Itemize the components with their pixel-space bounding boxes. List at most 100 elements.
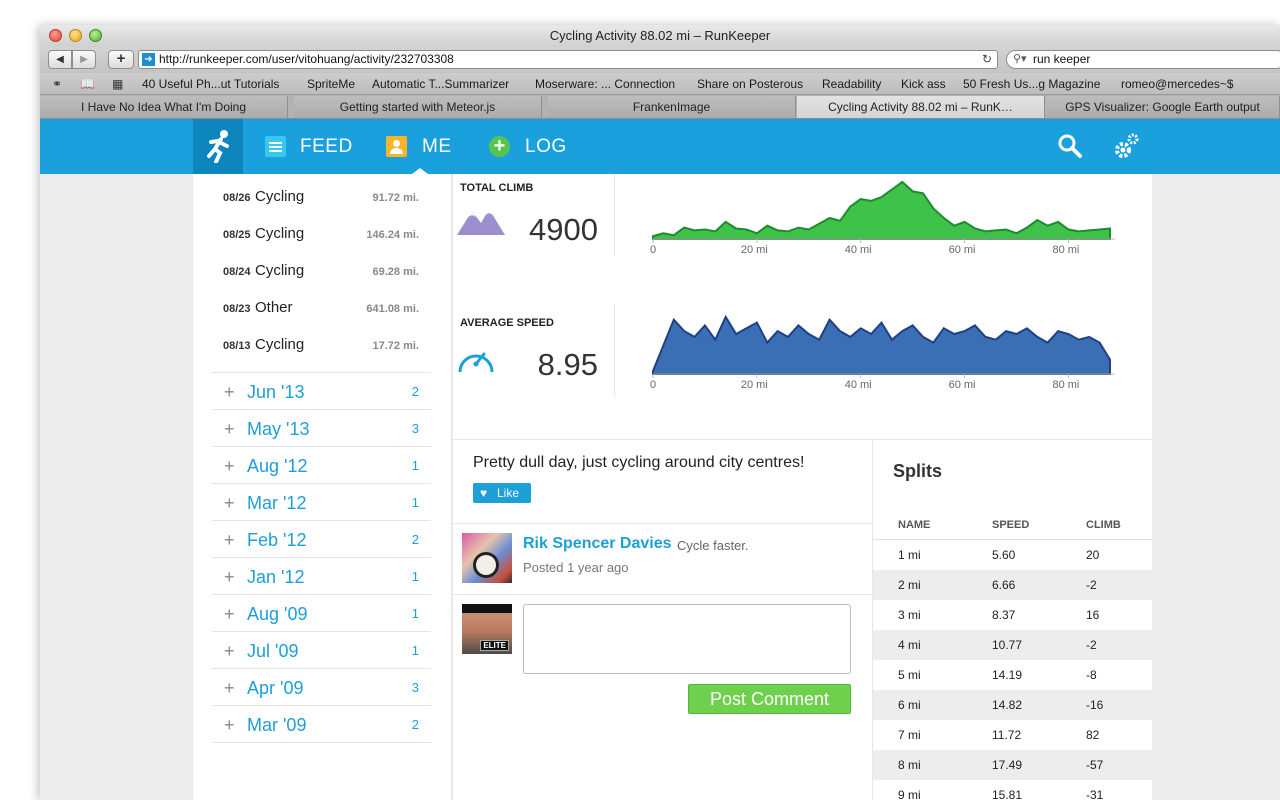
url-text: http://runkeeper.com/user/vitohuang/acti…	[159, 52, 454, 66]
activity-item[interactable]: 08/13 Cycling 17.72 mi.	[223, 336, 423, 356]
splits-row: 5 mi 14.19 -8	[873, 660, 1152, 690]
commenter-name-link[interactable]: Rik Spencer Davies	[523, 535, 672, 553]
expand-plus-icon: +	[224, 604, 235, 624]
nav-me[interactable]: ME	[422, 119, 452, 174]
month-group[interactable]: + Aug '09 1	[212, 594, 431, 631]
month-group[interactable]: + Feb '12 2	[212, 520, 431, 557]
month-group[interactable]: + Mar '12 1	[212, 483, 431, 520]
chart-tick-label: 0	[650, 244, 656, 256]
close-window-button[interactable]	[49, 29, 62, 42]
forward-button[interactable]: ▶	[72, 50, 96, 69]
like-button[interactable]: ♥ Like	[473, 483, 531, 503]
month-group[interactable]: + May '13 3	[212, 409, 431, 446]
bookmark-item[interactable]: SpriteMe	[307, 73, 355, 95]
bookmark-item[interactable]: 50 Fresh Us...g Magazine	[963, 73, 1100, 95]
nav-log[interactable]: LOG	[525, 119, 567, 174]
split-climb: -57	[1086, 758, 1104, 772]
month-group[interactable]: + Mar '09 2	[212, 705, 431, 742]
url-bar[interactable]: ➜ http://runkeeper.com/user/vitohuang/ac…	[138, 50, 998, 69]
comment-input[interactable]	[523, 604, 851, 674]
month-group[interactable]: + Jan '12 1	[212, 557, 431, 594]
back-button[interactable]: ◀	[48, 50, 72, 69]
site-header: FEED ME + LOG	[40, 119, 1280, 174]
splits-row: 6 mi 14.82 -16	[873, 690, 1152, 720]
month-list-end-divider	[212, 742, 431, 743]
split-name: 6 mi	[898, 698, 921, 712]
zoom-window-button[interactable]	[89, 29, 102, 42]
bookmark-item[interactable]: Automatic T...Summarizer	[372, 73, 509, 95]
split-climb: 20	[1086, 548, 1100, 562]
month-count: 2	[411, 384, 419, 399]
activity-item[interactable]: 08/23 Other 641.08 mi.	[223, 299, 423, 319]
month-count: 3	[411, 680, 419, 695]
month-count: 2	[411, 532, 419, 547]
browser-tab-active[interactable]: Cycling Activity 88.02 mi – RunK…	[797, 96, 1045, 118]
speed-chart: 0 20 mi 40 mi 60 mi 80 mi	[650, 314, 1115, 391]
split-name: 7 mi	[898, 728, 921, 742]
expand-plus-icon: +	[224, 419, 235, 439]
top-sites-grid-icon[interactable]: ▦	[112, 73, 123, 95]
activity-item[interactable]: 08/24 Cycling 69.28 mi.	[223, 262, 423, 282]
stat-divider	[614, 304, 615, 396]
activity-item[interactable]: 08/26 Cycling 91.72 mi.	[223, 188, 423, 208]
browser-window: Cycling Activity 88.02 mi – RunKeeper ◀ …	[40, 25, 1280, 800]
bookmarks-book-icon[interactable]: 📖	[80, 73, 95, 95]
bookmark-item[interactable]: Readability	[822, 73, 881, 95]
title-bar: Cycling Activity 88.02 mi – RunKeeper	[40, 25, 1280, 47]
stat-divider	[614, 174, 615, 256]
bookmark-item[interactable]: 40 Useful Ph...ut Tutorials	[142, 73, 279, 95]
tab-strip: I Have No Idea What I'm Doing Getting st…	[40, 95, 1280, 119]
bookmark-item[interactable]: romeo@mercedes~$	[1121, 73, 1234, 95]
activity-sidebar: 08/26 Cycling 91.72 mi. 08/25 Cycling 14…	[193, 174, 452, 800]
commenter-avatar[interactable]	[462, 533, 512, 583]
runkeeper-logo[interactable]	[193, 119, 243, 174]
month-count: 1	[411, 606, 419, 621]
current-user-avatar[interactable]: ELITE	[462, 604, 512, 654]
browser-tab[interactable]: Getting started with Meteor.js	[294, 96, 542, 118]
activity-item[interactable]: 08/25 Cycling 146.24 mi.	[223, 225, 423, 245]
splits-row: 9 mi 15.81 -31	[873, 780, 1152, 800]
runner-icon	[207, 130, 229, 164]
settings-gear-icon[interactable]	[1113, 131, 1141, 161]
chart-tick-label: 60 mi	[949, 379, 976, 391]
expand-plus-icon: +	[224, 641, 235, 661]
bookmark-item[interactable]: Share on Posterous	[697, 73, 803, 95]
month-group[interactable]: + Aug '12 1	[212, 446, 431, 483]
activity-distance: 17.72 mi.	[372, 340, 419, 352]
month-group[interactable]: + Jul '09 1	[212, 631, 431, 668]
month-name: Jun '13	[247, 382, 305, 402]
comment-divider	[453, 594, 872, 595]
split-speed: 14.19	[992, 668, 1023, 682]
bookmark-item[interactable]: Moserware: ... Connection	[535, 73, 675, 95]
browser-tab[interactable]: GPS Visualizer: Google Earth output	[1046, 96, 1280, 118]
reading-list-icon[interactable]: ⚭	[52, 73, 62, 95]
reload-icon[interactable]: ↻	[982, 51, 992, 68]
minimize-window-button[interactable]	[69, 29, 82, 42]
search-icon[interactable]	[1056, 132, 1084, 160]
month-group[interactable]: + Jun '13 2	[212, 372, 431, 409]
comment-timestamp: Posted 1 year ago	[523, 560, 629, 575]
activity-date: 08/26	[223, 192, 251, 204]
month-count: 3	[411, 421, 419, 436]
expand-plus-icon: +	[224, 493, 235, 513]
nav-feed[interactable]: FEED	[300, 119, 353, 174]
chart-tick-label: 40 mi	[845, 379, 872, 391]
split-climb: -31	[1086, 788, 1104, 800]
bookmark-item[interactable]: Kick ass	[901, 73, 946, 95]
split-name: 8 mi	[898, 758, 921, 772]
add-bookmark-button[interactable]: +	[108, 50, 134, 69]
splits-row: 4 mi 10.77 -2	[873, 630, 1152, 660]
month-count: 1	[411, 458, 419, 473]
like-label: Like	[497, 486, 520, 500]
browser-tab[interactable]: I Have No Idea What I'm Doing	[40, 96, 288, 118]
browser-search-field[interactable]: ⚲▾ run keeper	[1006, 50, 1280, 69]
month-group[interactable]: + Apr '09 3	[212, 668, 431, 705]
activity-main-panel: TOTAL CLIMB 4900 0 20 mi 40 mi 60 mi 80 mi A…	[453, 174, 1152, 800]
climb-chart: 0 20 mi 40 mi 60 mi 80 mi	[650, 180, 1115, 256]
expand-plus-icon: +	[224, 567, 235, 587]
split-speed: 6.66	[992, 578, 1016, 592]
average-speed-value: 8.95	[537, 347, 598, 382]
post-comment-button[interactable]: Post Comment	[688, 684, 851, 714]
month-name: Aug '12	[247, 456, 308, 476]
browser-tab[interactable]: FrankenImage	[548, 96, 796, 118]
